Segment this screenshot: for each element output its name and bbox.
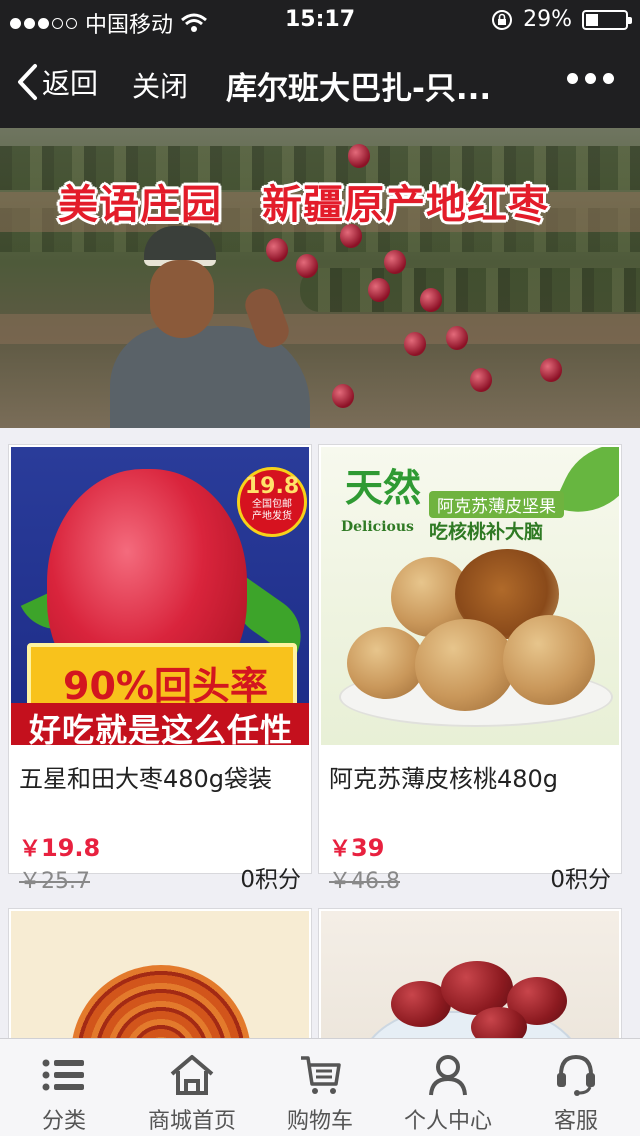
- tab-cart[interactable]: 购物车: [256, 1039, 384, 1136]
- tab-profile[interactable]: 个人中心: [384, 1039, 512, 1136]
- product-card[interactable]: 天然 阿克苏薄皮坚果 Delicious 吃核桃补大脑 阿克苏薄皮核桃480g …: [318, 444, 622, 894]
- list-icon: [42, 1059, 84, 1091]
- badge-line-2: 产地发货: [252, 511, 292, 522]
- product-image[interactable]: 19.8 全国包邮 产地发货 90%回头率 好吃就是这么任性: [11, 447, 309, 745]
- tab-label: 客服: [553, 1109, 598, 1134]
- chevron-left-icon: [18, 64, 37, 100]
- product-points: 0积分: [550, 867, 611, 893]
- battery-percent: 29%: [523, 7, 572, 32]
- product-name[interactable]: 五星和田大枣480g袋装: [19, 759, 272, 794]
- original-price: ￥25.7: [19, 869, 90, 894]
- product-points: 0积分: [240, 867, 301, 893]
- status-bar: 中国移动 15:17 29%: [0, 0, 640, 40]
- user-icon: [429, 1055, 467, 1096]
- tab-label: 购物车: [286, 1109, 353, 1134]
- tab-category[interactable]: 分类: [0, 1039, 128, 1136]
- promo-banner[interactable]: 美语庄园 新疆原产地红枣: [0, 128, 640, 428]
- nav-bar: 返回 关闭 库尔班大巴扎-只...: [0, 40, 640, 128]
- image-slogan-text: 吃核桃补大脑: [429, 521, 544, 543]
- product-card[interactable]: 19.8 全国包邮 产地发货 90%回头率 好吃就是这么任性 五星和田大枣480…: [8, 444, 312, 894]
- free-shipping-badge: 19.8 全国包邮 产地发货: [237, 467, 307, 537]
- image-slogan-text: 好吃就是这么任性: [29, 711, 294, 745]
- image-english-text: Delicious: [341, 519, 414, 535]
- bottom-tab-bar: 分类 商城首页 购物车 个人中心 客服: [0, 1038, 640, 1136]
- image-title: 天然: [345, 466, 422, 510]
- home-icon: [170, 1055, 214, 1095]
- original-price: ￥46.8: [329, 869, 400, 894]
- price-value: 19.8: [41, 834, 101, 862]
- tab-label: 个人中心: [403, 1109, 492, 1134]
- product-name[interactable]: 阿克苏薄皮核桃480g: [329, 759, 558, 794]
- tab-label: 分类: [41, 1109, 86, 1134]
- currency-symbol: ￥: [329, 837, 352, 862]
- price-value: 39: [351, 834, 385, 862]
- banner-title-right: 新疆原产地红枣: [262, 182, 549, 228]
- page-title: 库尔班大巴扎-只...: [226, 71, 492, 107]
- rotation-lock-icon: [492, 9, 513, 30]
- product-price: ￥39: [329, 831, 384, 863]
- badge-line-1: 全国包邮: [252, 499, 292, 510]
- currency-symbol: ￥: [19, 837, 42, 862]
- back-label: 返回: [42, 67, 99, 100]
- battery-icon: [582, 9, 632, 30]
- back-button[interactable]: 返回: [16, 62, 98, 102]
- close-button[interactable]: 关闭: [132, 65, 188, 105]
- cart-icon: [301, 1056, 341, 1094]
- headset-icon: [557, 1054, 595, 1096]
- badge-price: 19.8: [244, 474, 300, 499]
- more-options-icon[interactable]: [567, 73, 614, 84]
- product-image[interactable]: 天然 阿克苏薄皮坚果 Delicious 吃核桃补大脑: [321, 447, 619, 745]
- tab-home[interactable]: 商城首页: [128, 1039, 256, 1136]
- image-ribbon-text: 90%回头率: [63, 664, 268, 708]
- product-price: ￥19.8: [19, 831, 100, 863]
- tab-service[interactable]: 客服: [512, 1039, 640, 1136]
- tab-label: 商城首页: [147, 1109, 236, 1134]
- image-tag: 阿克苏薄皮坚果: [429, 491, 564, 518]
- banner-title-left: 美语庄园: [58, 182, 222, 228]
